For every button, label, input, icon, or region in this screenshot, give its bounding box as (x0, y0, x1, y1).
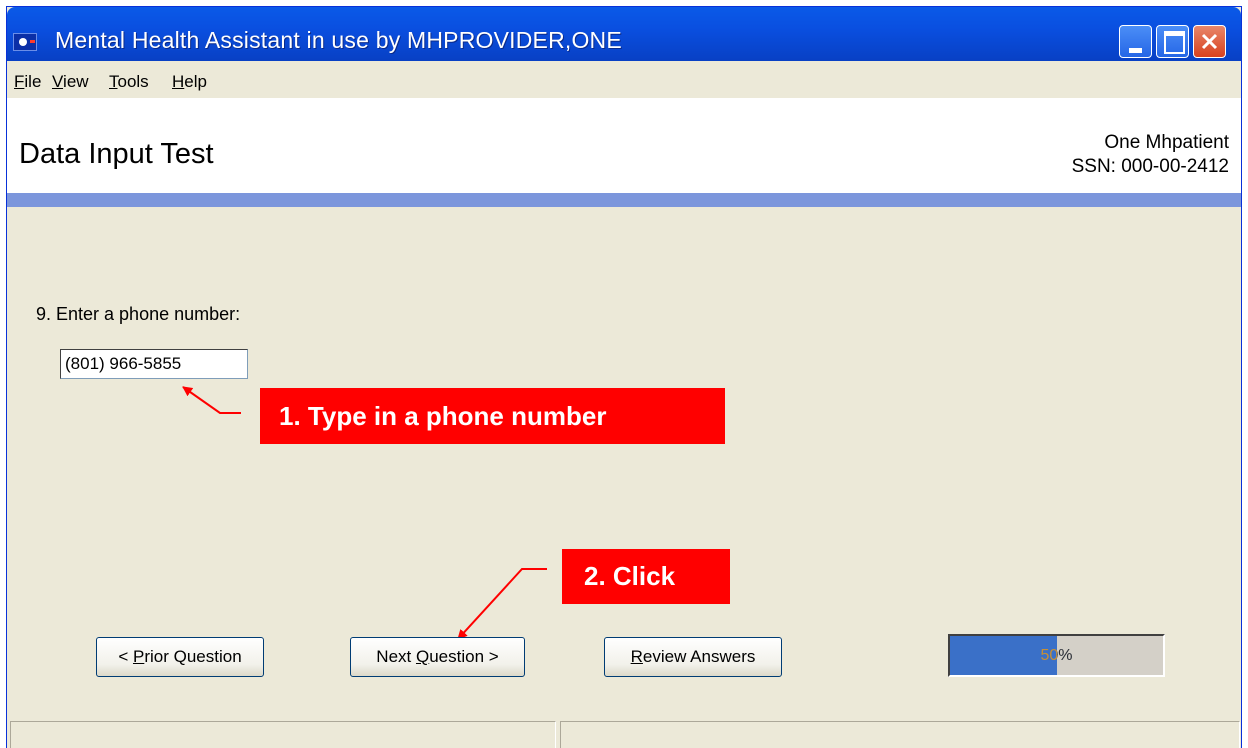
status-bar (7, 717, 1241, 748)
status-pane-left (10, 721, 556, 748)
arrow-to-input (182, 386, 241, 414)
progress-bar: 50% (948, 634, 1165, 677)
status-pane-right (560, 721, 1240, 748)
arrow-to-next-button (457, 568, 547, 640)
app-window: Mental Health Assistant in use by MHPROV… (6, 6, 1242, 748)
progress-label: 50% (1040, 647, 1073, 664)
prior-question-button[interactable]: < Prior Question (96, 637, 264, 677)
next-question-button[interactable]: Next Question > (350, 637, 525, 677)
review-answers-button[interactable]: Review Answers (604, 637, 782, 677)
